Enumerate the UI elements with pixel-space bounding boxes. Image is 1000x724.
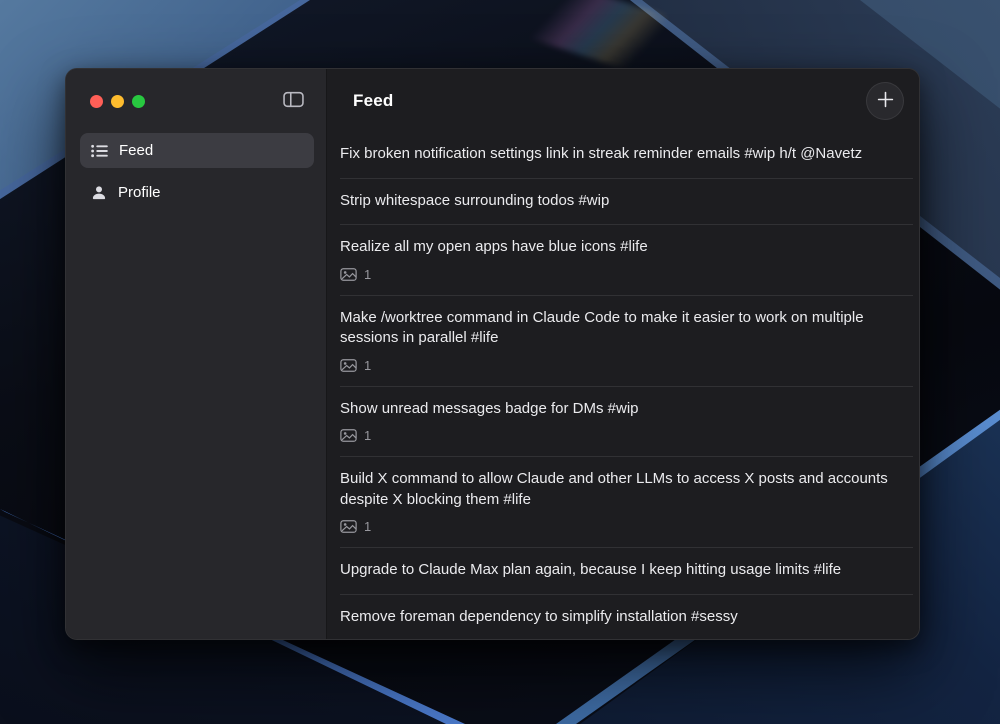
feed-item[interactable]: Fix broken notification settings link in… — [340, 132, 913, 178]
photo-icon — [340, 429, 357, 442]
feed-item-text: Remove foreman dependency to simplify in… — [340, 607, 738, 625]
feed-item-text: Build X command to allow Claude and othe… — [340, 470, 888, 508]
feed-item[interactable]: Make /worktree command in Claude Code to… — [340, 294, 913, 386]
zoom-button[interactable] — [132, 94, 145, 108]
feed-item[interactable]: Remove foreman dependency to simplify in… — [340, 593, 913, 640]
add-item-button[interactable] — [866, 82, 904, 120]
attachment-indicator: 1 — [340, 358, 905, 373]
close-button[interactable] — [90, 94, 103, 108]
attachment-count: 1 — [364, 266, 372, 282]
photo-icon — [340, 520, 357, 533]
attachment-indicator: 1 — [340, 267, 905, 282]
attachment-count: 1 — [364, 519, 372, 534]
attachment-count: 1 — [364, 357, 372, 373]
feed-item-text: Strip whitespace surrounding todos #wip — [340, 191, 610, 209]
sidebar-toggle-icon — [283, 91, 304, 111]
photo-icon — [340, 267, 357, 281]
sidebar-item-feed[interactable]: Feed — [80, 133, 314, 168]
sidebar-item-profile[interactable]: Profile — [80, 175, 314, 210]
feed-item[interactable]: Strip whitespace surrounding todos #wip — [340, 177, 913, 225]
main-header: Feed — [327, 69, 919, 132]
person-icon — [91, 185, 107, 201]
sidebar: Feed Profile — [66, 69, 327, 639]
feed-item-text: Show unread messages badge for DMs #wip — [340, 399, 639, 417]
traffic-lights — [90, 94, 145, 108]
sidebar-item-label: Profile — [118, 184, 161, 201]
sidebar-nav: Feed Profile — [66, 133, 326, 210]
feed-item[interactable]: Upgrade to Claude Max plan again, becaus… — [340, 547, 913, 594]
wallpaper-prism-streak — [523, 0, 667, 77]
minimize-button[interactable] — [111, 94, 124, 108]
sidebar-header — [66, 69, 326, 111]
plus-icon — [877, 91, 894, 111]
attachment-indicator: 1 — [340, 519, 905, 534]
feed-item-text: Realize all my open apps have blue icons… — [340, 238, 648, 255]
sidebar-item-label: Feed — [119, 142, 154, 159]
feed-item[interactable]: Show unread messages badge for DMs #wip … — [340, 385, 913, 457]
app-window: Feed Profile Feed Fix broken notificatio… — [65, 68, 920, 640]
page-title: Feed — [353, 91, 394, 110]
feed-item-text: Fix broken notification settings link in… — [340, 145, 863, 162]
feed-item[interactable]: Realize all my open apps have blue icons… — [340, 224, 913, 295]
photo-icon — [340, 358, 357, 372]
feed-item[interactable]: Build X command to allow Claude and othe… — [340, 456, 913, 547]
feed-item-text: Make /worktree command in Claude Code to… — [340, 308, 864, 347]
feed-list: Fix broken notification settings link in… — [327, 132, 919, 639]
feed-item-text: Upgrade to Claude Max plan again, becaus… — [340, 561, 842, 578]
attachment-indicator: 1 — [340, 428, 905, 443]
list-bullet-icon — [91, 144, 108, 158]
attachment-count: 1 — [364, 428, 372, 443]
sidebar-toggle-button[interactable] — [283, 91, 304, 111]
main-content: Feed Fix broken notification settings li… — [327, 69, 919, 639]
